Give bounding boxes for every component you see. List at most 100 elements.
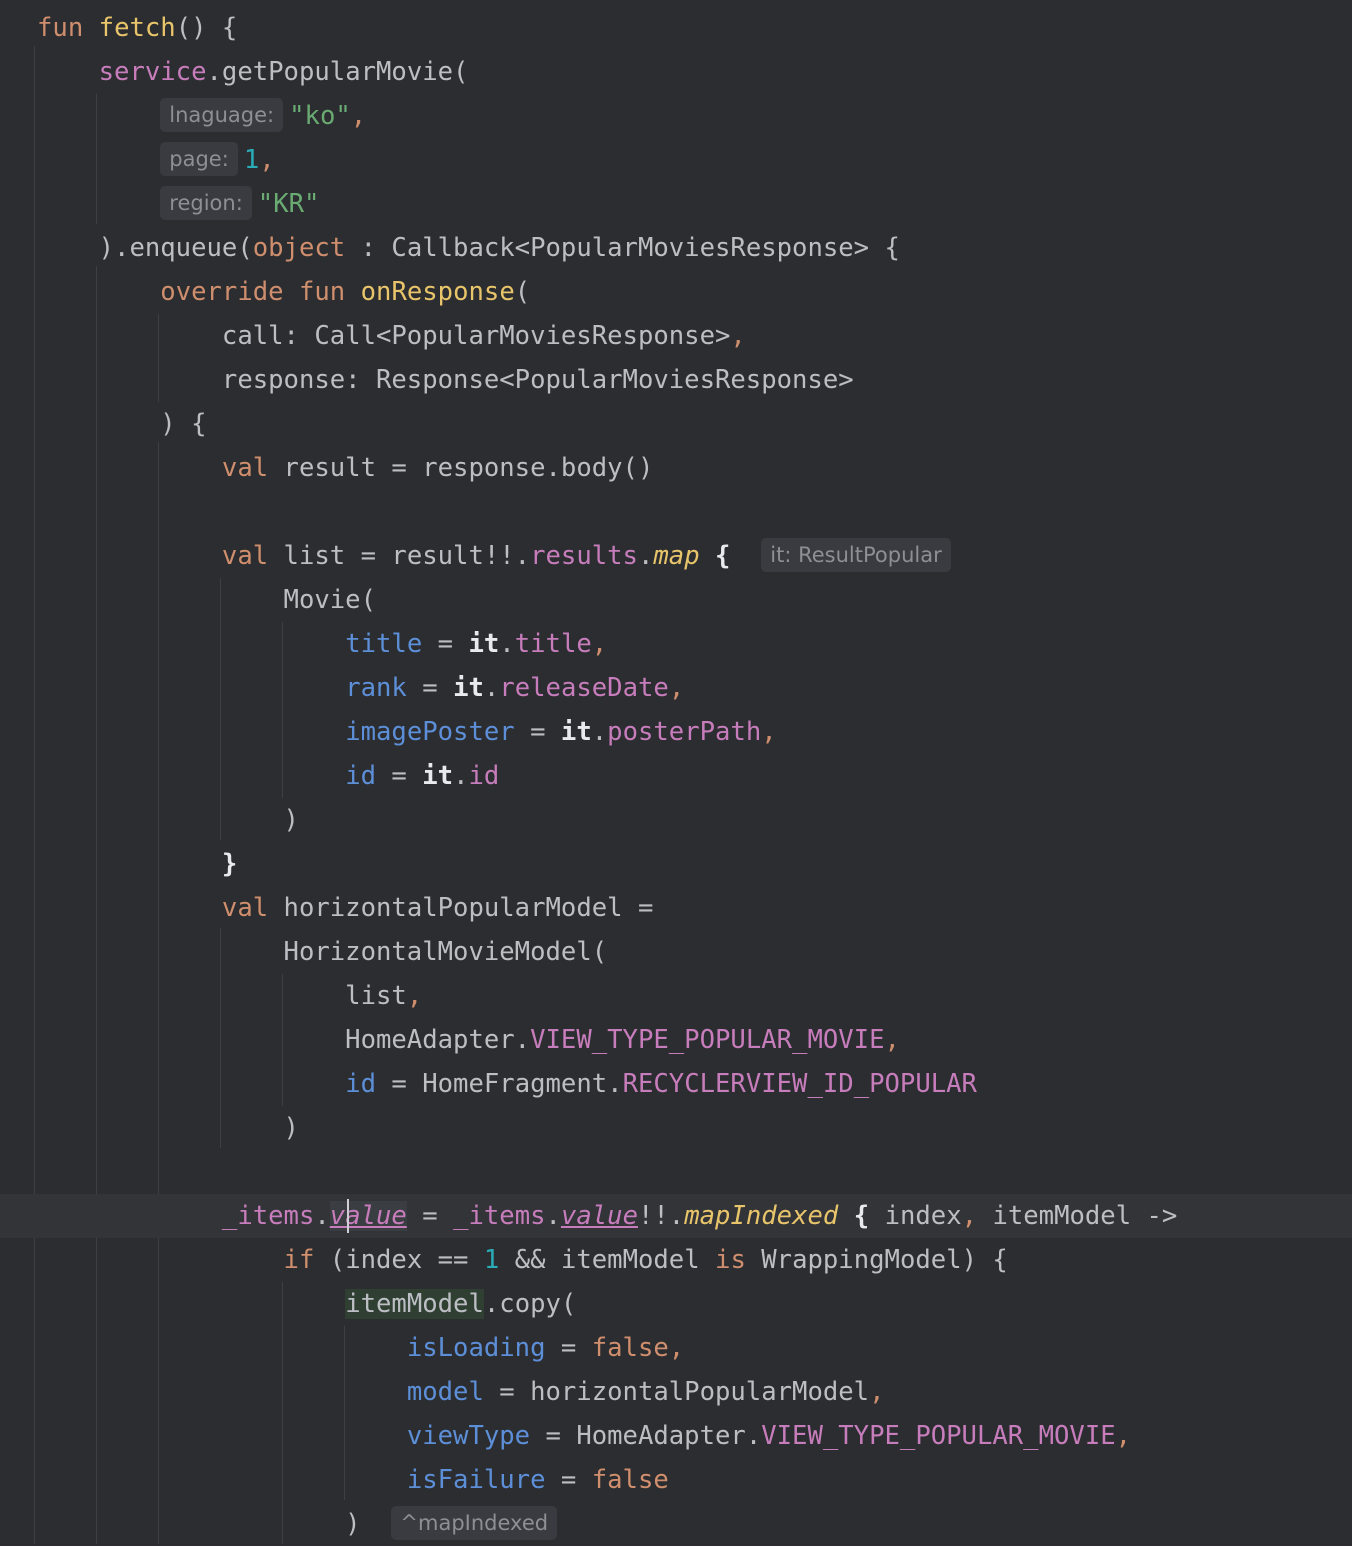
code-token: .	[545, 1201, 561, 1231]
code-token: index	[869, 1201, 962, 1231]
code-token: horizontalPopularModel =	[268, 893, 654, 923]
code-token: HorizontalMovieModel(	[37, 937, 608, 967]
code-token: ,	[961, 1201, 978, 1231]
code-token: id	[468, 761, 500, 791]
code-line[interactable]	[0, 1150, 1352, 1194]
code-token: model	[406, 1377, 484, 1407]
code-line[interactable]: if (index == 1 && itemModel is WrappingM…	[0, 1238, 1352, 1282]
code-token: && itemModel	[499, 1245, 716, 1275]
inlay-hint: region:	[160, 186, 252, 220]
code-token: _items	[221, 1201, 315, 1231]
code-token: it	[422, 761, 454, 791]
code-line[interactable]: HomeAdapter.VIEW_TYPE_POPULAR_MOVIE,	[0, 1018, 1352, 1062]
inlay-hint: ^mapIndexed	[391, 1506, 558, 1540]
code-line[interactable]: page: 1,	[0, 138, 1352, 182]
code-token: .	[591, 717, 608, 747]
code-line[interactable]: )	[0, 1106, 1352, 1150]
code-token: =	[545, 1465, 592, 1495]
code-line[interactable]: lnaguage: "ko",	[0, 94, 1352, 138]
code-line[interactable]: viewType = HomeAdapter.VIEW_TYPE_POPULAR…	[0, 1414, 1352, 1458]
code-token: it	[453, 673, 484, 703]
code-token: override	[160, 277, 284, 307]
code-token: isFailure	[406, 1465, 546, 1495]
code-line[interactable]: service.getPopularMovie(	[0, 50, 1352, 94]
code-line[interactable]: ).enqueue(object : Callback<PopularMovie…	[0, 226, 1352, 270]
code-line[interactable]: title = it.title,	[0, 622, 1352, 666]
code-line[interactable]: val result = response.body()	[0, 446, 1352, 490]
code-token: "ko"	[289, 101, 351, 131]
code-token: 1	[483, 1245, 500, 1275]
code-line[interactable]: imagePoster = it.posterPath,	[0, 710, 1352, 754]
code-token: =	[422, 629, 469, 659]
code-token: RECYCLERVIEW_ID_POPULAR	[622, 1069, 977, 1099]
code-token: map	[653, 541, 700, 571]
code-token: fun	[298, 277, 346, 307]
code-token: is	[715, 1245, 746, 1275]
code-token: _items	[453, 1201, 546, 1231]
code-line[interactable]: ) {	[0, 402, 1352, 446]
code-line[interactable]: }	[0, 842, 1352, 886]
code-token: viewType	[406, 1421, 531, 1451]
code-line[interactable]: id = HomeFragment.RECYCLERVIEW_ID_POPULA…	[0, 1062, 1352, 1106]
code-token: val	[221, 541, 269, 571]
code-token: results	[530, 541, 638, 571]
code-token: list = result!!.	[268, 541, 531, 571]
code-line[interactable]: itemModel.copy(	[0, 1282, 1352, 1326]
code-token: .	[453, 761, 469, 791]
code-line[interactable]: _items.value = _items.value!!.mapIndexed…	[0, 1194, 1352, 1238]
code-line[interactable]: val horizontalPopularModel =	[0, 886, 1352, 930]
code-token: id	[345, 761, 377, 791]
code-token: onResponse	[360, 277, 515, 307]
code-token: .	[483, 673, 500, 703]
code-line[interactable]: val list = result!!.results.map { it: Re…	[0, 534, 1352, 578]
code-token: VIEW_TYPE_POPULAR_MOVIE	[530, 1025, 885, 1055]
code-line[interactable]: rank = it.releaseDate,	[0, 666, 1352, 710]
code-token: {	[853, 1201, 870, 1231]
code-line[interactable]: id = it.id	[0, 754, 1352, 798]
code-line[interactable]: isFailure = false	[0, 1458, 1352, 1502]
code-token: : Callback<PopularMoviesResponse> {	[345, 233, 900, 263]
code-token: itemModel	[345, 1289, 484, 1319]
code-line[interactable]: isLoading = false,	[0, 1326, 1352, 1370]
code-line[interactable]: response: Response<PopularMoviesResponse…	[0, 358, 1352, 402]
code-token: ,	[350, 101, 367, 131]
code-token: =	[406, 673, 454, 703]
code-line[interactable]: list,	[0, 974, 1352, 1018]
code-token: 1	[243, 145, 260, 175]
code-token: {	[715, 541, 731, 571]
code-token: )	[37, 805, 299, 835]
code-line[interactable]: Movie(	[0, 578, 1352, 622]
code-line[interactable]: model = horizontalPopularModel,	[0, 1370, 1352, 1414]
code-line[interactable]	[0, 490, 1352, 534]
code-token: fun	[37, 13, 84, 43]
code-token: ,	[869, 1377, 885, 1407]
code-line[interactable]: )	[0, 798, 1352, 842]
code-line[interactable]: override fun onResponse(	[0, 270, 1352, 314]
code-token: imagePoster	[345, 717, 515, 747]
code-line[interactable]: fun fetch() {	[0, 6, 1352, 50]
code-token: isLoading	[406, 1333, 546, 1363]
code-line[interactable]: ) ^mapIndexed	[0, 1502, 1352, 1546]
code-editor[interactable]: fun fetch() { service.getPopularMovie( l…	[0, 0, 1352, 1544]
code-token: .getPopularMovie(	[206, 57, 469, 87]
code-token: ,	[761, 717, 777, 747]
code-token: val	[221, 453, 269, 483]
code-token: HomeAdapter.	[37, 1025, 531, 1055]
code-line[interactable]: region: "KR"	[0, 182, 1352, 226]
code-token: () {	[175, 13, 238, 43]
code-line[interactable]: call: Call<PopularMoviesResponse>,	[0, 314, 1352, 358]
code-line[interactable]: HorizontalMovieModel(	[0, 930, 1352, 974]
